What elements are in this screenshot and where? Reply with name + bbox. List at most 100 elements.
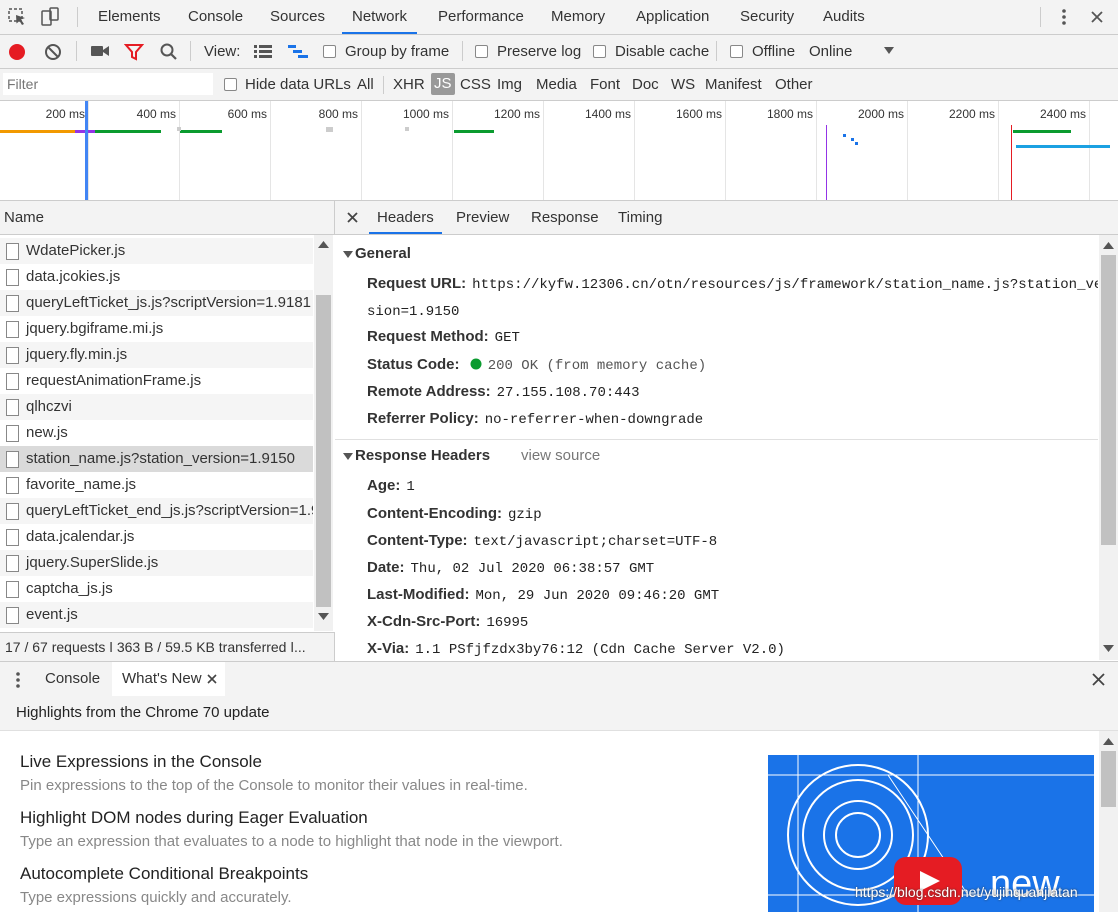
- close-drawer-icon[interactable]: [1092, 673, 1105, 686]
- tab-audits[interactable]: Audits: [823, 0, 865, 34]
- request-row[interactable]: captcha_js.js: [0, 576, 313, 602]
- request-row[interactable]: WdatePicker.js: [0, 238, 313, 264]
- close-detail-icon[interactable]: [347, 212, 358, 223]
- filter-type-all[interactable]: All: [357, 69, 374, 100]
- request-row[interactable]: queryLeftTicket_js.js?scriptVersion=1.91…: [0, 290, 313, 316]
- name-column-header[interactable]: Name: [0, 201, 335, 235]
- filter-type-manifest[interactable]: Manifest: [705, 69, 762, 100]
- filter-type-css[interactable]: CSS: [460, 69, 491, 100]
- timeline-tick-label: 1200 ms: [493, 107, 540, 121]
- timeline-overview[interactable]: 200 ms 400 ms 600 ms 800 ms 1000 ms 1200…: [0, 101, 1118, 201]
- feature-title[interactable]: Highlight DOM nodes during Eager Evaluat…: [20, 808, 368, 828]
- request-row[interactable]: queryLeftTicket_end_js.js?scriptVersion=…: [0, 498, 313, 524]
- tab-headers[interactable]: Headers: [369, 201, 442, 234]
- tab-timing[interactable]: Timing: [618, 201, 662, 234]
- device-toolbar-icon[interactable]: [40, 7, 60, 27]
- tab-sources[interactable]: Sources: [270, 0, 325, 34]
- request-row[interactable]: data.jcokies.js: [0, 264, 313, 290]
- scrollbar-thumb[interactable]: [316, 295, 331, 607]
- view-source-link[interactable]: view source: [521, 447, 600, 464]
- file-icon: [6, 425, 19, 442]
- tab-performance[interactable]: Performance: [438, 0, 524, 34]
- file-icon: [6, 373, 19, 390]
- tab-network[interactable]: Network: [341, 0, 418, 34]
- response-headers-title[interactable]: Response Headers: [355, 447, 490, 464]
- tab-application[interactable]: Application: [636, 0, 709, 34]
- request-list-scrollbar[interactable]: [314, 235, 333, 631]
- request-row-selected[interactable]: station_name.js?station_version=1.9150: [0, 446, 313, 472]
- request-method-row: Request Method: GET: [367, 328, 520, 346]
- close-icon[interactable]: [1090, 10, 1104, 24]
- scroll-down-arrow-icon[interactable]: [318, 613, 329, 621]
- offline-checkbox[interactable]: [730, 45, 743, 58]
- feature-title[interactable]: Autocomplete Conditional Breakpoints: [20, 864, 308, 884]
- request-url-value: https://kyfw.12306.cn/otn/resources/js/f…: [472, 277, 1098, 293]
- request-row[interactable]: data.jcalendar.js: [0, 524, 313, 550]
- search-icon[interactable]: [160, 43, 178, 61]
- filter-type-img[interactable]: Img: [497, 69, 522, 100]
- record-icon[interactable]: [8, 43, 26, 61]
- large-rows-icon[interactable]: [254, 45, 272, 58]
- hide-data-urls-checkbox[interactable]: [224, 78, 237, 91]
- filter-type-font[interactable]: Font: [590, 69, 620, 100]
- feature-description: Type expressions quickly and accurately.: [20, 889, 292, 906]
- request-row[interactable]: favorite_name.js: [0, 472, 313, 498]
- drawer-tab-console[interactable]: Console: [45, 662, 100, 696]
- scrollbar-thumb[interactable]: [1101, 751, 1116, 807]
- tab-security[interactable]: Security: [740, 0, 794, 34]
- tab-response[interactable]: Response: [531, 201, 599, 234]
- drawer-tab-whats-new[interactable]: What's New: [122, 662, 202, 696]
- divider: [462, 41, 463, 61]
- disable-cache-checkbox[interactable]: [593, 45, 606, 58]
- request-row[interactable]: qlhczvi: [0, 394, 313, 420]
- filter-type-ws[interactable]: WS: [671, 69, 695, 100]
- expand-triangle-icon[interactable]: [343, 453, 353, 461]
- drawer-scrollbar[interactable]: [1099, 731, 1118, 912]
- tab-elements[interactable]: Elements: [98, 0, 161, 34]
- tab-preview[interactable]: Preview: [456, 201, 509, 234]
- filter-input[interactable]: [3, 73, 213, 95]
- tab-console[interactable]: Console: [188, 0, 243, 34]
- dropdown-arrow-icon[interactable]: [884, 47, 894, 55]
- general-section-title[interactable]: General: [355, 245, 411, 262]
- scroll-up-arrow-icon[interactable]: [1103, 738, 1114, 746]
- group-by-frame-checkbox[interactable]: [323, 45, 336, 58]
- expand-triangle-icon[interactable]: [343, 251, 353, 259]
- request-url-row-cont: sion=1.9150: [367, 302, 459, 320]
- tab-memory[interactable]: Memory: [551, 0, 605, 34]
- scrollbar-thumb[interactable]: [1101, 255, 1116, 545]
- response-header-row: X-Cdn-Src-Port: 16995: [367, 613, 528, 631]
- filter-type-xhr[interactable]: XHR: [393, 69, 425, 100]
- scroll-down-arrow-icon[interactable]: [1103, 645, 1114, 653]
- filter-icon[interactable]: [124, 43, 144, 61]
- scroll-up-arrow-icon[interactable]: [318, 241, 329, 249]
- clear-icon[interactable]: [44, 43, 62, 61]
- screenshot-camera-icon[interactable]: [90, 44, 110, 58]
- file-icon: [6, 581, 19, 598]
- request-row[interactable]: jquery.SuperSlide.js: [0, 550, 313, 576]
- feature-title[interactable]: Live Expressions in the Console: [20, 752, 262, 772]
- timeline-gridline: [1089, 101, 1090, 200]
- inspect-element-icon[interactable]: [8, 8, 28, 26]
- timeline-dot: [326, 127, 333, 132]
- remote-address-value: 27.155.108.70:443: [496, 385, 640, 401]
- close-tab-icon[interactable]: [207, 674, 217, 684]
- request-row[interactable]: requestAnimationFrame.js: [0, 368, 313, 394]
- drawer-menu-icon[interactable]: [14, 671, 22, 689]
- scroll-up-arrow-icon[interactable]: [1103, 242, 1114, 250]
- request-name: WdatePicker.js: [26, 242, 126, 259]
- headers-scrollbar[interactable]: [1099, 235, 1118, 660]
- request-row[interactable]: event.js: [0, 602, 313, 628]
- filter-type-other[interactable]: Other: [775, 69, 813, 100]
- filter-type-media[interactable]: Media: [536, 69, 577, 100]
- filter-type-doc[interactable]: Doc: [632, 69, 659, 100]
- request-row[interactable]: jquery.bgiframe.mi.js: [0, 316, 313, 342]
- waterfall-overview-icon[interactable]: [288, 45, 308, 59]
- more-menu-icon[interactable]: [1058, 8, 1070, 26]
- request-row[interactable]: jquery.fly.min.js: [0, 342, 313, 368]
- filter-type-js[interactable]: JS: [431, 73, 455, 95]
- throttling-select[interactable]: Online: [809, 35, 852, 68]
- request-row[interactable]: new.js: [0, 420, 313, 446]
- preserve-log-checkbox[interactable]: [475, 45, 488, 58]
- timeline-tick-label: 200 ms: [45, 107, 85, 121]
